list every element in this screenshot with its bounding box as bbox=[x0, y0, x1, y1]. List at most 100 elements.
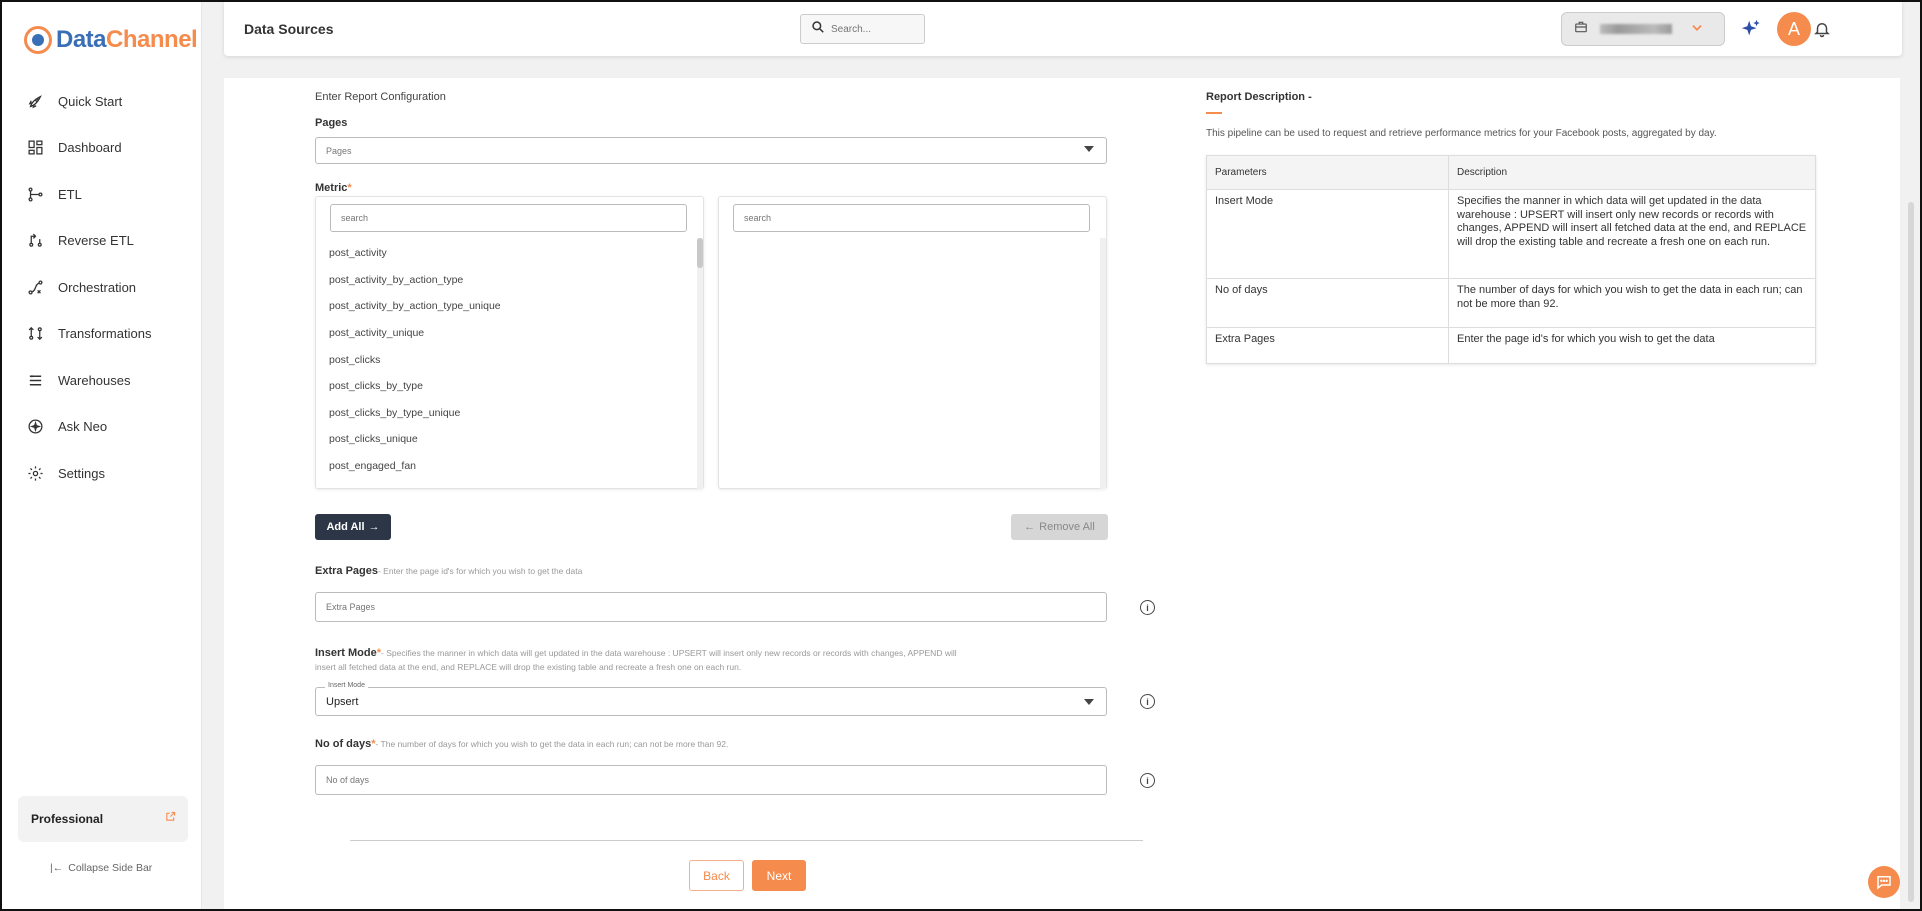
search-icon bbox=[811, 20, 825, 39]
extra-pages-help: - Enter the page id's for which you wish… bbox=[377, 566, 583, 576]
metric-item[interactable]: post_clicks bbox=[329, 346, 501, 373]
pages-select[interactable]: Pages bbox=[315, 137, 1107, 164]
datachannel-logo[interactable]: DataChannel bbox=[24, 26, 198, 54]
sidebar-nav: Quick Start Dashboard ETL Reverse ETL Or… bbox=[2, 78, 202, 497]
arrow-left-icon: ← bbox=[1024, 521, 1036, 533]
orchestration-icon bbox=[26, 278, 44, 296]
external-link-icon[interactable] bbox=[165, 811, 176, 825]
parameters-table: Parameters Description Insert Mode Speci… bbox=[1206, 155, 1816, 364]
form-divider bbox=[350, 840, 1143, 841]
sidebar-item-transformations[interactable]: Transformations bbox=[2, 311, 202, 358]
desc-cell: Enter the page id's for which you wish t… bbox=[1448, 327, 1816, 364]
sidebar-item-label: Transformations bbox=[58, 326, 152, 342]
next-button[interactable]: Next bbox=[752, 860, 806, 891]
required-mark: * bbox=[347, 182, 352, 194]
sidebar-item-reverse-etl[interactable]: Reverse ETL bbox=[2, 218, 202, 265]
briefcase-icon bbox=[1574, 20, 1588, 39]
table-row: Extra Pages Enter the page id's for whic… bbox=[1206, 327, 1816, 364]
insert-mode-label: Insert Mode*- Specifies the manner in wh… bbox=[315, 646, 1075, 674]
sidebar-item-ask-neo[interactable]: Ask Neo bbox=[2, 404, 202, 451]
sparkle-icon[interactable] bbox=[1740, 18, 1762, 44]
no-of-days-label-text: No of days bbox=[315, 738, 372, 750]
reverse-etl-icon bbox=[26, 232, 44, 250]
list-scrollbar-track[interactable] bbox=[697, 238, 703, 489]
title-underline bbox=[1206, 112, 1222, 114]
sidebar-item-quick-start[interactable]: Quick Start bbox=[2, 78, 202, 125]
plan-badge[interactable]: Professional bbox=[18, 796, 188, 842]
collapse-label: Collapse Side Bar bbox=[68, 862, 153, 874]
table-header-row: Parameters Description bbox=[1206, 155, 1816, 190]
list-scrollbar-track[interactable] bbox=[1100, 238, 1106, 489]
sidebar-item-dashboard[interactable]: Dashboard bbox=[2, 125, 202, 172]
insert-mode-float-label: Insert Mode bbox=[325, 682, 368, 689]
page-title: Data Sources bbox=[244, 21, 334, 37]
chat-icon[interactable] bbox=[1868, 866, 1900, 898]
bell-icon[interactable] bbox=[1813, 20, 1831, 42]
transformations-icon bbox=[26, 325, 44, 343]
column-header: Parameters bbox=[1206, 155, 1449, 190]
workspace-selector[interactable] bbox=[1561, 12, 1725, 46]
page-scrollbar[interactable] bbox=[1908, 202, 1914, 902]
insert-mode-select[interactable]: Insert Mode Upsert bbox=[315, 682, 1107, 716]
sidebar-item-label: Orchestration bbox=[58, 279, 137, 295]
sidebar-item-etl[interactable]: ETL bbox=[2, 171, 202, 218]
remove-all-label: Remove All bbox=[1039, 521, 1095, 533]
metric-item[interactable]: post_engaged_fan bbox=[329, 453, 501, 480]
warehouses-icon bbox=[26, 371, 44, 389]
column-header: Description bbox=[1448, 155, 1816, 190]
info-icon[interactable]: i bbox=[1140, 694, 1155, 709]
remove-all-button[interactable]: ← Remove All bbox=[1011, 514, 1108, 540]
extra-pages-input[interactable] bbox=[315, 592, 1107, 622]
info-icon[interactable]: i bbox=[1140, 600, 1155, 615]
metric-item[interactable]: post_activity_by_action_type bbox=[329, 267, 501, 294]
sidebar-item-warehouses[interactable]: Warehouses bbox=[2, 357, 202, 404]
metric-item[interactable]: post_clicks_by_type bbox=[329, 373, 501, 400]
sidebar-item-label: Warehouses bbox=[58, 372, 131, 388]
user-avatar[interactable]: A bbox=[1777, 12, 1811, 46]
etl-icon bbox=[26, 185, 44, 203]
no-of-days-input[interactable] bbox=[315, 765, 1107, 795]
metric-label-text: Metric bbox=[315, 182, 348, 194]
sidebar: DataChannel Quick Start Dashboard ETL Re… bbox=[2, 2, 202, 909]
caret-down-icon bbox=[1084, 699, 1094, 705]
no-of-days-help: - The number of days for which you wish … bbox=[375, 739, 729, 749]
available-metrics-search[interactable] bbox=[330, 204, 687, 232]
metric-item[interactable]: post_activity_by_action_type_unique bbox=[329, 293, 501, 320]
add-all-label: Add All bbox=[326, 521, 365, 533]
metric-item[interactable]: post_activity_unique bbox=[329, 320, 501, 347]
workspace-name-redacted bbox=[1600, 24, 1672, 34]
collapse-icon: |← bbox=[50, 862, 64, 874]
dashboard-icon bbox=[26, 139, 44, 157]
top-bar: Data Sources A bbox=[224, 2, 1902, 56]
metric-item[interactable]: post_activity bbox=[329, 240, 501, 267]
ask-neo-icon bbox=[26, 418, 44, 436]
info-icon[interactable]: i bbox=[1140, 773, 1155, 788]
add-all-button[interactable]: Add All → bbox=[315, 514, 391, 540]
back-button[interactable]: Back bbox=[689, 860, 744, 891]
desc-cell: Specifies the manner in which data will … bbox=[1448, 189, 1816, 279]
chevron-down-icon bbox=[1690, 21, 1704, 38]
selected-metrics-search[interactable] bbox=[733, 204, 1090, 232]
collapse-sidebar-button[interactable]: |← Collapse Side Bar bbox=[50, 862, 152, 874]
insert-mode-value: Upsert bbox=[326, 695, 359, 708]
insert-mode-help-line1: - Specifies the manner in which data wil… bbox=[381, 648, 957, 658]
rocket-icon bbox=[26, 92, 44, 110]
list-scrollbar-thumb[interactable] bbox=[697, 238, 703, 268]
search-input[interactable] bbox=[831, 23, 911, 35]
extra-pages-label-text: Extra Pages bbox=[315, 565, 378, 577]
logo-icon bbox=[24, 26, 52, 54]
insert-mode-help-line2: insert all fetched data at the end, and … bbox=[315, 662, 742, 672]
no-of-days-label: No of days*- The number of days for whic… bbox=[315, 738, 728, 750]
metric-item[interactable]: post_clicks_by_type_unique bbox=[329, 400, 501, 427]
metric-item[interactable]: post_clicks_unique bbox=[329, 426, 501, 453]
sidebar-item-label: Quick Start bbox=[58, 93, 123, 109]
extra-pages-label: Extra Pages- Enter the page id's for whi… bbox=[315, 565, 582, 577]
logo-text-data: Data bbox=[56, 26, 107, 53]
sidebar-item-orchestration[interactable]: Orchestration bbox=[2, 264, 202, 311]
section-title: Enter Report Configuration bbox=[315, 91, 446, 103]
global-search[interactable] bbox=[800, 14, 925, 44]
sidebar-item-label: Dashboard bbox=[58, 140, 122, 156]
table-row: Insert Mode Specifies the manner in whic… bbox=[1206, 189, 1816, 279]
metric-label: Metric* bbox=[315, 182, 352, 194]
sidebar-item-settings[interactable]: Settings bbox=[2, 450, 202, 497]
